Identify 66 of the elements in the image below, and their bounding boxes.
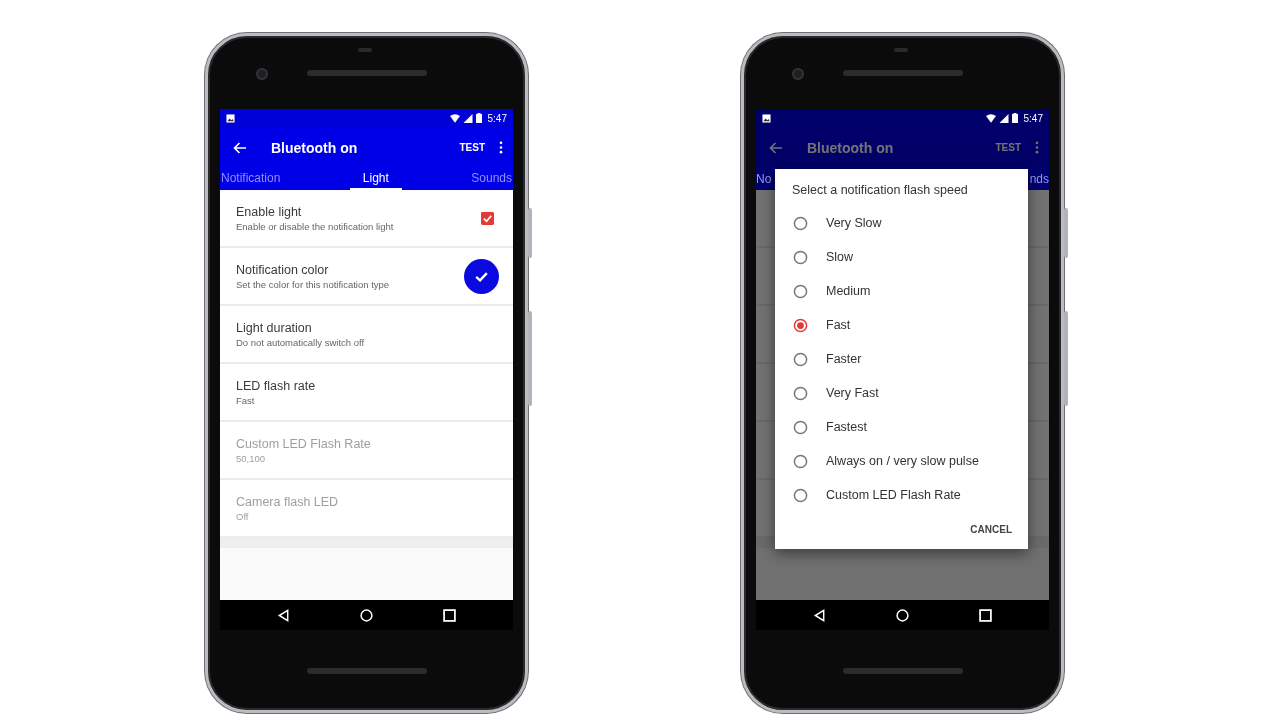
screen-title: Bluetooth on <box>271 139 358 156</box>
recents-square-icon[interactable] <box>979 608 992 622</box>
recents-square-icon[interactable] <box>443 608 456 622</box>
screen-title: Bluetooth on <box>807 139 894 156</box>
tab[interactable]: Sounds <box>470 168 513 190</box>
setting-title: LED flash rate <box>236 378 316 393</box>
status-time: 5:47 <box>1023 112 1043 124</box>
setting-row[interactable]: Enable light Enable or disable the notification light <box>220 190 513 248</box>
tab-label: No <box>756 172 772 186</box>
signal-icon <box>462 113 473 123</box>
radio-option[interactable]: Very Slow <box>775 206 1028 240</box>
image-icon <box>226 113 235 123</box>
radio-option[interactable]: Slow <box>775 240 1028 274</box>
radio-button[interactable] <box>793 317 808 333</box>
setting-summary: 50,100 <box>236 452 267 464</box>
battery-icon <box>475 113 482 123</box>
home-circle-icon[interactable] <box>896 608 909 622</box>
test-button[interactable]: TEST <box>991 140 1025 155</box>
radio-option[interactable]: Medium <box>775 274 1028 308</box>
setting-row[interactable]: Notification color Set the color for this notification type <box>220 248 513 306</box>
tab[interactable]: Notification <box>220 168 282 190</box>
test-button[interactable]: TEST <box>455 140 489 155</box>
camera-lens <box>792 68 804 80</box>
radio-button[interactable] <box>793 215 808 231</box>
cancel-button[interactable]: CANCEL <box>964 520 1018 539</box>
setting-summary: Enable or disable the notification light <box>236 220 394 232</box>
color-swatch[interactable] <box>464 258 499 294</box>
more-options-icon[interactable] <box>499 141 503 154</box>
wifi-icon <box>985 113 996 123</box>
signal-icon <box>998 113 1009 123</box>
radio-button[interactable] <box>793 283 808 299</box>
status-time: 5:47 <box>487 112 507 124</box>
radio-button[interactable] <box>793 419 808 435</box>
wifi-icon <box>449 113 460 123</box>
setting-summary: Set the color for this notification type <box>236 278 390 290</box>
radio-option[interactable]: Fast <box>775 308 1028 342</box>
setting-row[interactable]: LED flash rate Fast <box>220 364 513 422</box>
setting-row[interactable]: Light duration Do not automatically switch off <box>220 306 513 364</box>
radio-option[interactable]: Custom LED Flash Rate <box>775 478 1028 512</box>
setting-summary: Fast <box>236 394 256 406</box>
back-triangle-icon[interactable] <box>813 608 826 622</box>
radio-button[interactable] <box>793 385 808 401</box>
radio-button[interactable] <box>793 351 808 367</box>
radio-button[interactable] <box>793 453 808 469</box>
setting-title: Camera flash LED <box>236 494 339 509</box>
battery-icon <box>1011 113 1018 123</box>
home-circle-icon[interactable] <box>360 608 373 622</box>
setting-title: Enable light <box>236 204 303 219</box>
tab-label: nds <box>1029 172 1049 186</box>
setting-title: Notification color <box>236 262 330 277</box>
camera-lens <box>256 68 268 80</box>
setting-summary: Off <box>236 510 250 522</box>
dialog-title: Select a notification flash speed <box>792 183 969 197</box>
radio-option[interactable]: Fastest <box>775 410 1028 444</box>
radio-button[interactable] <box>793 249 808 265</box>
back-arrow-icon[interactable] <box>233 141 247 154</box>
setting-summary: Do not automatically switch off <box>236 336 365 348</box>
checkbox[interactable] <box>481 211 494 225</box>
radio-button[interactable] <box>793 487 808 503</box>
radio-option[interactable]: Faster <box>775 342 1028 376</box>
back-triangle-icon[interactable] <box>277 608 290 622</box>
radio-option[interactable]: Always on / very slow pulse <box>775 444 1028 478</box>
image-icon <box>762 113 771 123</box>
setting-title: Light duration <box>236 320 313 335</box>
setting-title: Custom LED Flash Rate <box>236 436 371 451</box>
radio-option[interactable]: Very Fast <box>775 376 1028 410</box>
